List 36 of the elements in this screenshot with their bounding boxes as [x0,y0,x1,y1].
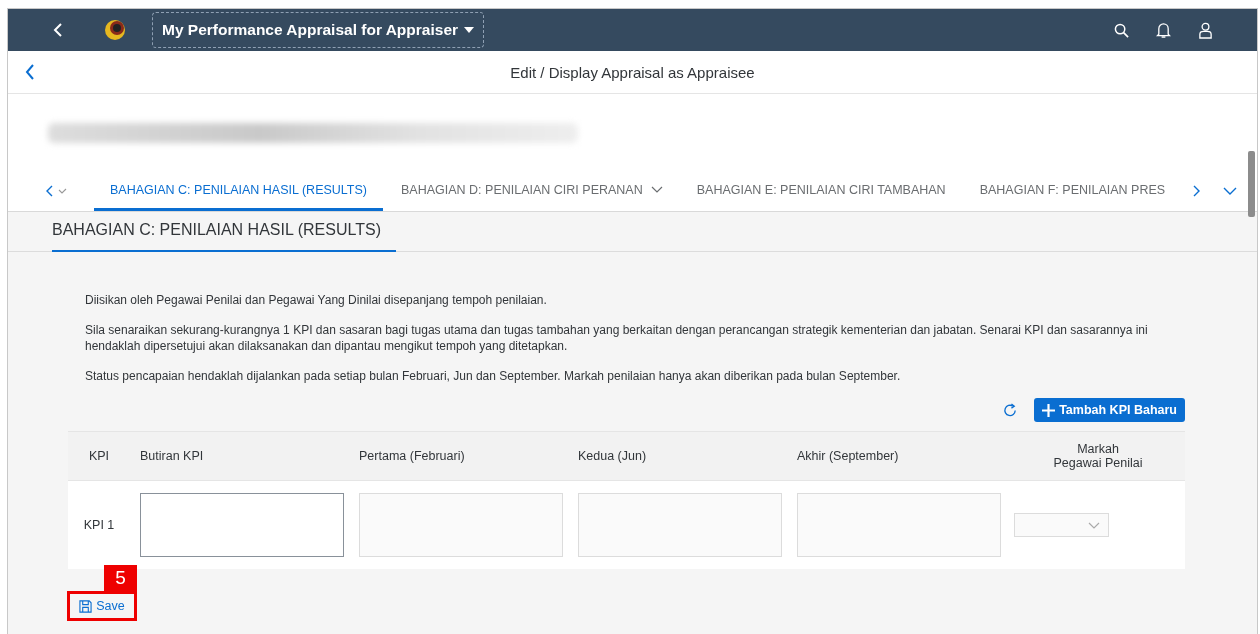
back-icon[interactable] [52,22,64,38]
floppy-icon [79,599,93,613]
column-header: Markah Pegawai Penilai [1052,442,1144,470]
page-title: Edit / Display Appraisal as Appraisee [510,63,755,81]
column-header: KPI [87,449,111,463]
tab[interactable]: BAHAGIAN C: PENILAIAN HASIL (RESULTS) [94,171,383,211]
chevron-down-icon[interactable] [1223,187,1237,195]
user-icon[interactable] [1198,21,1213,39]
refresh-icon[interactable] [1003,402,1019,418]
step-number-badge: 5 [104,565,137,591]
instruction-text: Sila senaraikan sekurang-kurangnya 1 KPI dan sasaran bagi tugas utama dan tugas tambahan yang berkaitan dengan perancangan strategik kementerian dan jabatan. Senarai KPI dan sasarannya ini hendaklah dipersetujui akan dilaksanakan dan dipantau mengikut tempoh yang ditetapkan. [85,322,1149,354]
column-header: Kedua (Jun) [577,449,648,463]
logo-icon[interactable] [104,19,126,41]
section-title: BAHAGIAN C: PENILAIAN HASIL (RESULTS) [52,221,396,252]
caret-icon [464,27,475,33]
add-kpi-button[interactable]: Tambah KPI Baharu [1034,398,1185,422]
save-button[interactable]: Save [77,599,127,613]
text-area[interactable] [140,493,344,557]
tab[interactable]: BAHAGIAN F: PENILAIAN PRES [963,171,1182,211]
plus-icon [1042,403,1056,417]
row-label: KPI 1 [82,518,116,532]
instruction-text: Diisikan oleh Pegawai Penilai dan Pegawai Yang Dinilai disepanjang tempoh penilaian. [85,292,548,308]
column-header: Akhir (September) [796,449,900,463]
tab[interactable]: BAHAGIAN D: PENILAIAN CIRI PERANAN [385,171,679,211]
scrollbar-thumb[interactable] [1248,151,1255,217]
search-icon[interactable] [1114,22,1129,38]
chevron-down-icon [1088,521,1100,529]
column-header: Butiran KPI [139,449,205,463]
chevron-right-icon[interactable] [1193,185,1201,197]
app-title-menu[interactable]: My Performance Appraisal for Appraiser [152,12,485,48]
chevron-down-icon [650,186,663,193]
instruction-text: Status pencapaian hendaklah dijalankan pada setiap bulan Februari, Jun dan September. Markah penilaian hanya akan diberikan pada bulan September. [85,368,902,384]
bell-icon[interactable] [1156,21,1171,39]
tab[interactable]: BAHAGIAN E: PENILAIAN CIRI TAMBAHAN [680,171,962,211]
column-header: Pertama (Februari) [358,449,466,463]
back-icon[interactable] [25,64,35,80]
